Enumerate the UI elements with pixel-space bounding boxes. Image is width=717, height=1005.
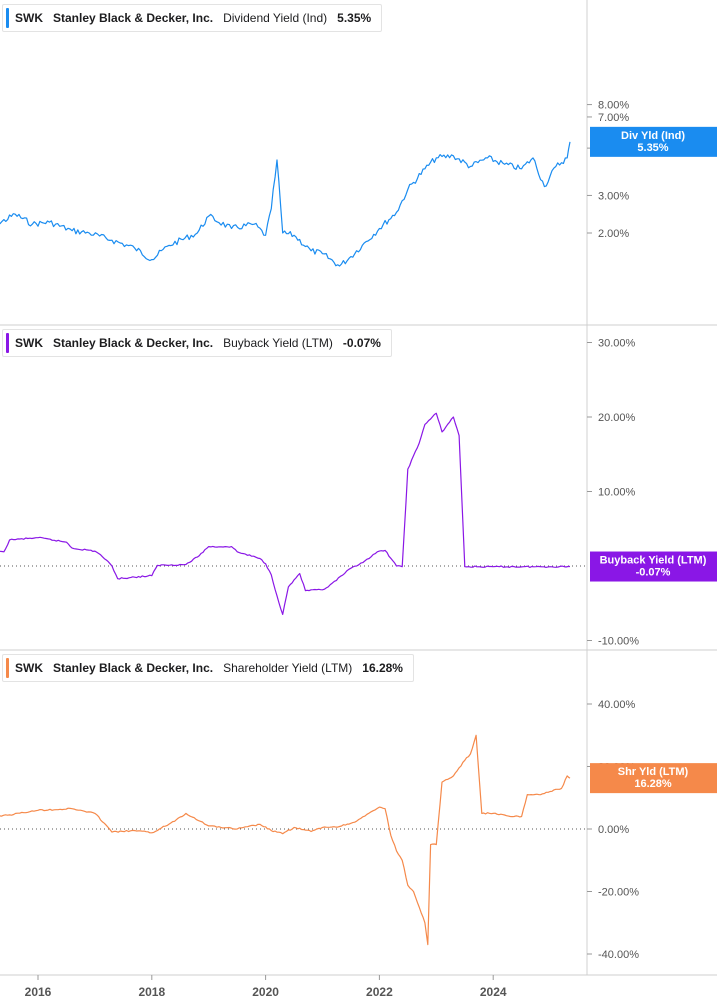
y-tick-label: 30.00% <box>598 338 636 350</box>
legend-metric: Dividend Yield (Ind) <box>223 11 328 25</box>
y-tick-label: 0.00% <box>598 824 629 836</box>
legend-shareholder-yield[interactable]: SWK Stanley Black & Decker, Inc. Shareho… <box>2 654 414 682</box>
x-tick-label: 2018 <box>138 985 165 999</box>
value-callout-text: 5.35% <box>637 142 668 154</box>
legend-color-bar <box>6 333 9 353</box>
x-tick-label: 2020 <box>252 985 279 999</box>
legend-company: Stanley Black & Decker, Inc. <box>53 661 214 675</box>
series-line <box>0 412 570 615</box>
legend-color-bar <box>6 8 9 28</box>
legend-metric: Shareholder Yield (LTM) <box>223 661 353 675</box>
value-callout-text: Buyback Yield (LTM) <box>600 555 707 567</box>
x-tick-label: 2022 <box>366 985 393 999</box>
y-tick-label: -20.00% <box>598 887 639 899</box>
value-callout-text: -0.07% <box>636 567 671 579</box>
value-callout-text: Shr Yld (LTM) <box>618 766 689 778</box>
legend-company: Stanley Black & Decker, Inc. <box>53 336 214 350</box>
legend-ticker: SWK <box>15 11 43 25</box>
y-tick-label: 2.00% <box>598 228 629 240</box>
legend-value: -0.07% <box>342 336 381 350</box>
y-tick-label: 8.00% <box>598 100 629 112</box>
series-line <box>0 141 571 267</box>
value-callout-text: 16.28% <box>634 778 672 790</box>
legend-value: 5.35% <box>337 11 372 25</box>
y-tick-label: 10.00% <box>598 487 636 499</box>
x-tick-label: 2016 <box>25 985 52 999</box>
y-tick-label: 40.00% <box>598 699 636 711</box>
y-tick-label: 20.00% <box>598 412 636 424</box>
legend-company: Stanley Black & Decker, Inc. <box>53 11 214 25</box>
x-tick-label: 2024 <box>480 985 507 999</box>
value-callout-text: Div Yld (Ind) <box>621 130 685 142</box>
legend-ticker: SWK <box>15 661 43 675</box>
y-tick-label: 7.00% <box>598 112 629 124</box>
y-tick-label: -10.00% <box>598 636 639 648</box>
legend-dividend-yield[interactable]: SWK Stanley Black & Decker, Inc. Dividen… <box>2 4 383 32</box>
y-tick-label: 3.00% <box>598 190 629 202</box>
legend-ticker: SWK <box>15 336 43 350</box>
legend-value: 16.28% <box>362 661 403 675</box>
chart-canvas: 2.00%3.00%5.00%7.00%8.00%Div Yld (Ind)5.… <box>0 0 717 999</box>
legend-buyback-yield[interactable]: SWK Stanley Black & Decker, Inc. Buyback… <box>2 329 392 357</box>
legend-metric: Buyback Yield (LTM) <box>223 336 333 350</box>
chart-root: 2.00%3.00%5.00%7.00%8.00%Div Yld (Ind)5.… <box>0 0 717 1005</box>
legend-color-bar <box>6 658 9 678</box>
series-line <box>0 734 571 946</box>
y-tick-label: -40.00% <box>598 949 639 961</box>
